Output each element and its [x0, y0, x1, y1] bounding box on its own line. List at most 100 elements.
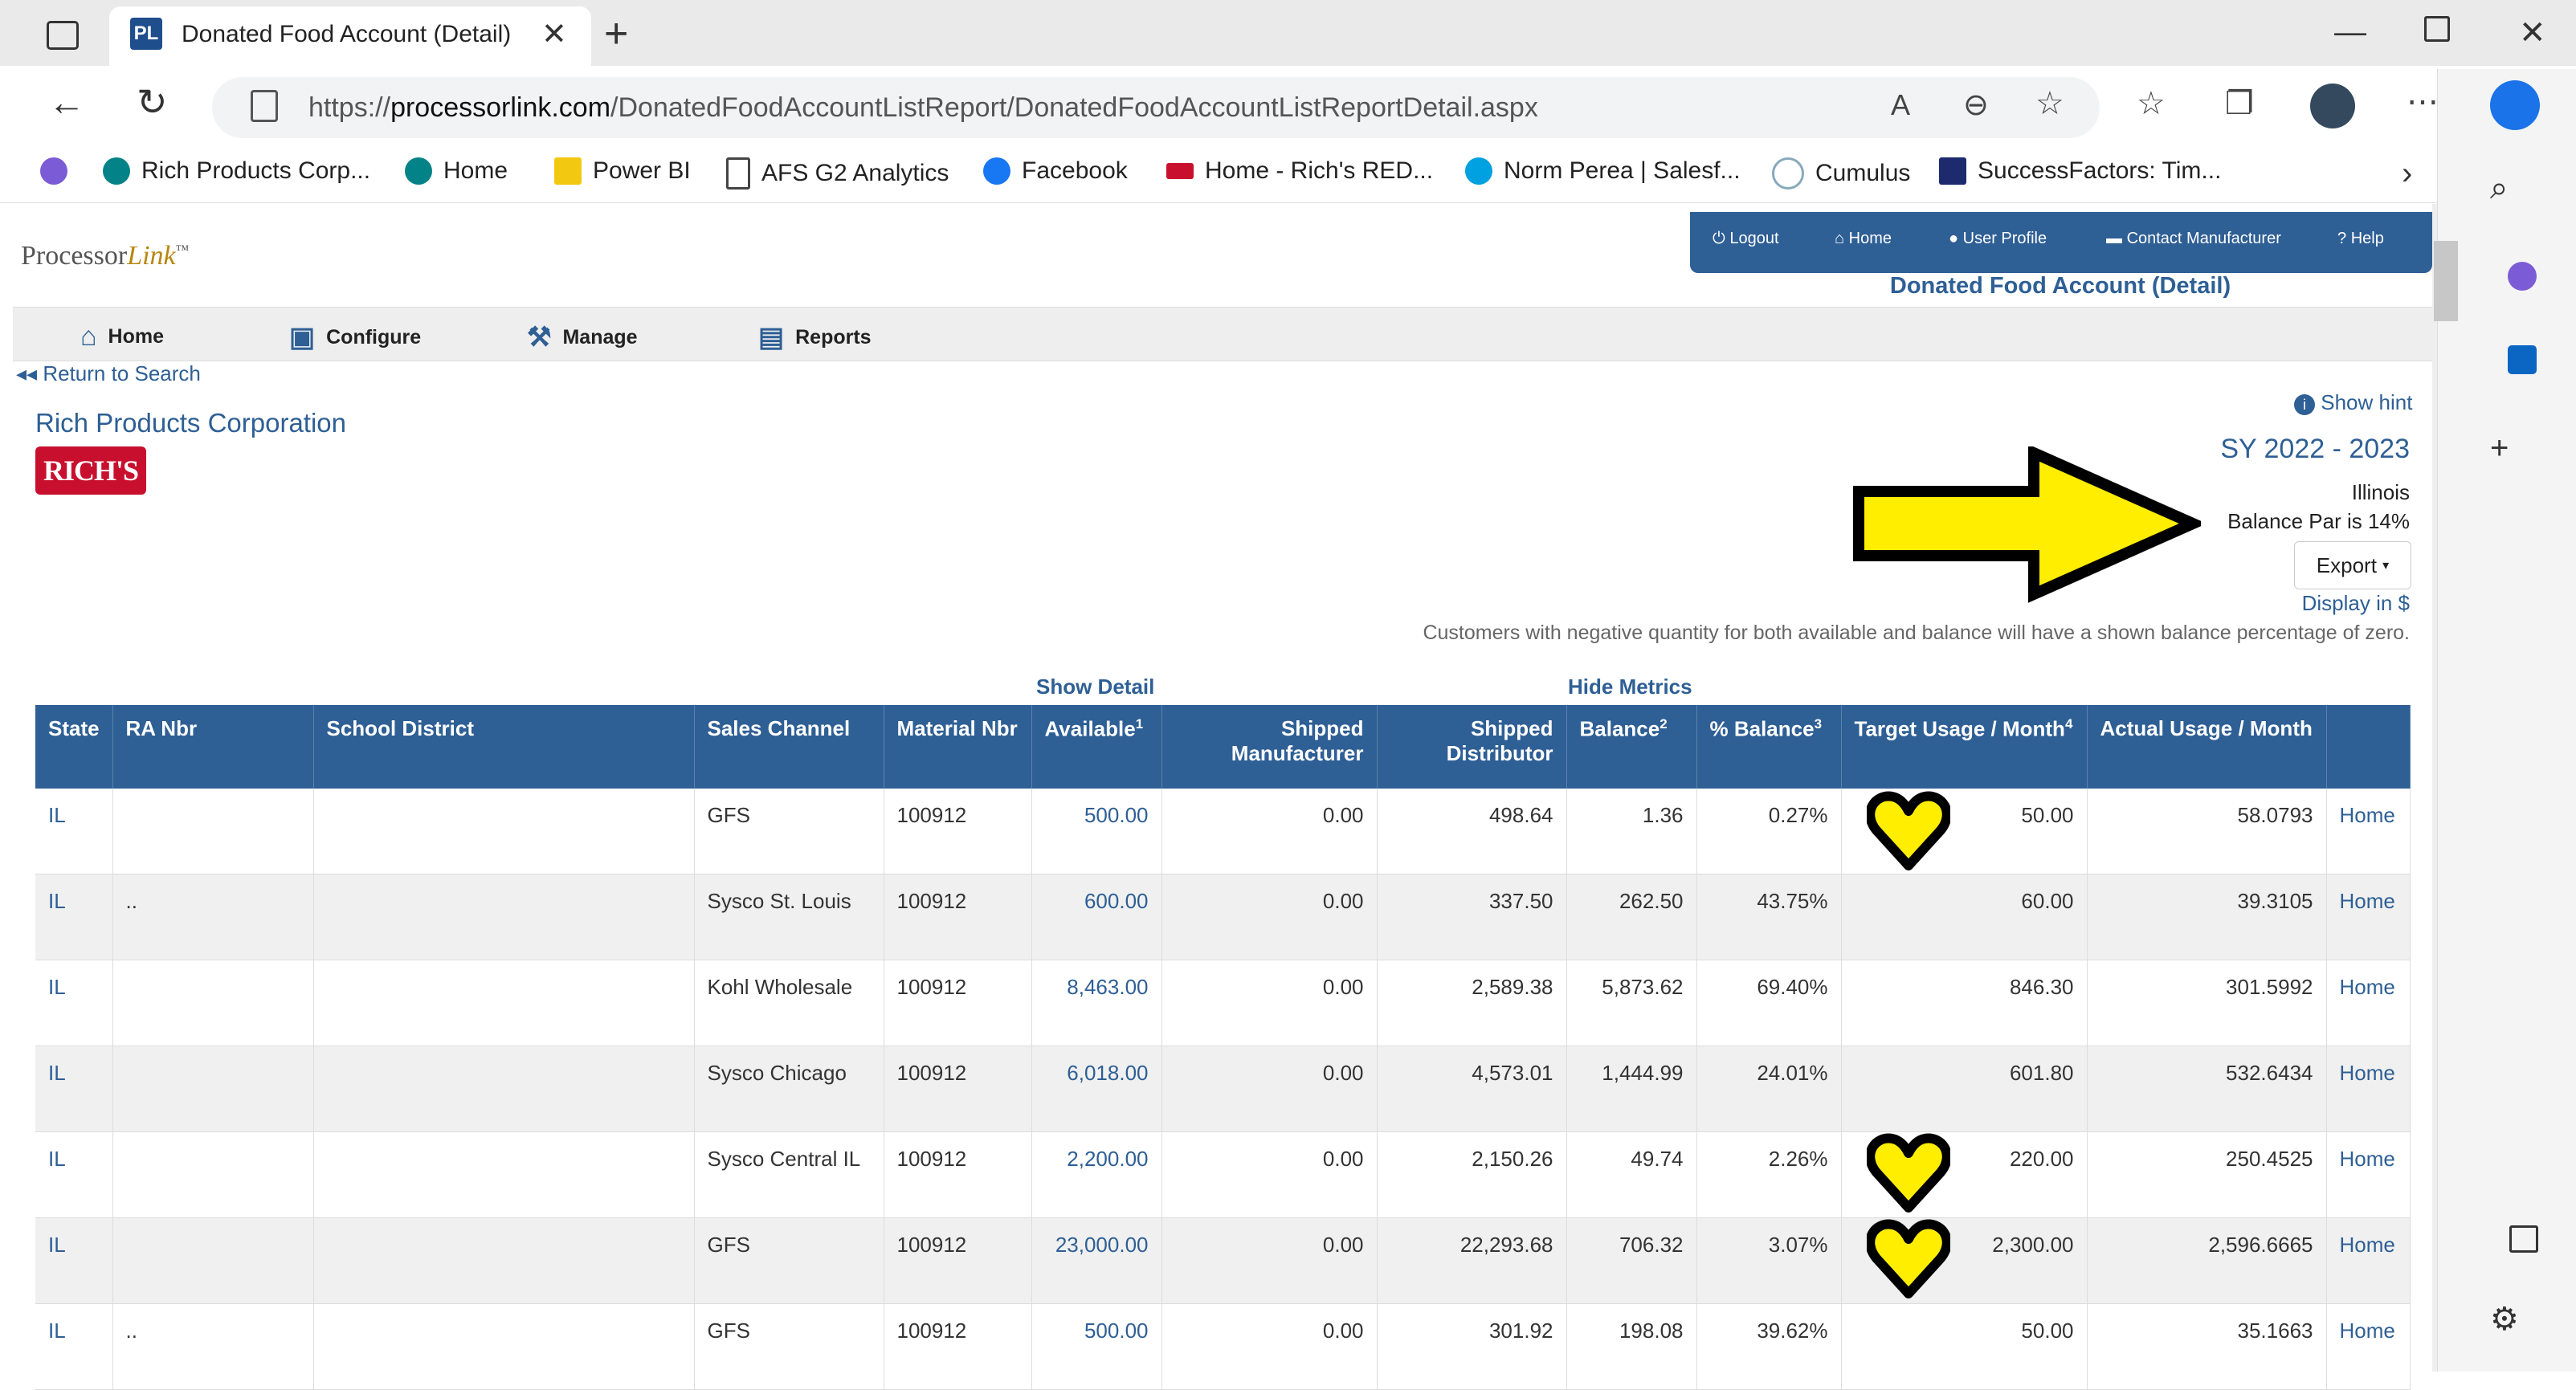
hand-truck-icon: ⚒: [527, 322, 552, 353]
successfactors-icon: [1939, 157, 1966, 185]
table-cell: 100912: [884, 1046, 1032, 1132]
profile-avatar[interactable]: [2310, 84, 2355, 128]
column-header-label: Balance: [1579, 716, 1660, 741]
hide-metrics-link[interactable]: Hide Metrics: [1568, 675, 1692, 699]
url-text[interactable]: https://processorlink.com/DonatedFoodAcc…: [308, 92, 1538, 124]
column-header[interactable]: Shipped Distributor: [1377, 705, 1567, 789]
tab-close-icon[interactable]: ✕: [541, 16, 567, 52]
column-header[interactable]: Sales Channel: [694, 705, 884, 789]
bookmark-6[interactable]: Norm Perea | Salesf...: [1465, 157, 1741, 185]
bookmark-4[interactable]: Facebook: [983, 157, 1128, 185]
bookmark-0[interactable]: Rich Products Corp...: [103, 157, 370, 185]
return-to-search-label: Return to Search: [43, 361, 201, 385]
read-aloud-icon[interactable]: A: [1891, 88, 1910, 122]
add-favorite-icon[interactable]: ☆: [2035, 85, 2064, 122]
add-sidebar-app-icon[interactable]: +: [2490, 430, 2509, 467]
available-link-cell[interactable]: 500.00: [1031, 789, 1162, 874]
bookmark-8[interactable]: SuccessFactors: Tim...: [1939, 157, 2221, 185]
bookmark-7[interactable]: Cumulus: [1772, 157, 1910, 190]
settings-icon[interactable]: ⚙: [2490, 1301, 2519, 1338]
logout-link[interactable]: ⏻ Logout: [1713, 230, 1779, 248]
tab-actions-icon[interactable]: [47, 21, 79, 50]
processorlink-logo[interactable]: ProcessorLink™: [21, 241, 189, 271]
column-header[interactable]: [2326, 705, 2411, 789]
favorites-icon[interactable]: ☆: [2137, 85, 2166, 122]
table-cell: 498.64: [1377, 789, 1567, 874]
main-nav-home[interactable]: ⌂ Home: [80, 321, 164, 353]
collections-icon[interactable]: ❐: [2225, 85, 2254, 122]
available-link-cell[interactable]: 600.00: [1031, 874, 1162, 960]
column-header[interactable]: Balance2: [1566, 705, 1697, 789]
column-header[interactable]: % Balance3: [1696, 705, 1842, 789]
main-nav-configure[interactable]: ▣ Configure: [289, 321, 421, 353]
table-cell: Sysco Chicago: [694, 1046, 884, 1132]
yellow-arrow-annotation: [1853, 446, 2201, 603]
lock-icon[interactable]: [251, 90, 278, 122]
main-nav-manage[interactable]: ⚒ Manage: [527, 321, 638, 353]
home-link-cell[interactable]: Home: [2326, 1131, 2411, 1218]
bookmark-2[interactable]: Power BI: [554, 157, 691, 185]
home-link-cell[interactable]: Home: [2326, 1217, 2411, 1304]
search-icon[interactable]: ⌕: [2490, 170, 2508, 206]
bookmark-1[interactable]: Home: [405, 157, 508, 185]
available-link-cell[interactable]: 2,200.00: [1031, 1131, 1162, 1218]
outlook-icon[interactable]: [2508, 345, 2537, 374]
show-detail-link[interactable]: Show Detail: [1036, 675, 1154, 699]
more-menu-icon[interactable]: ⋯: [2407, 84, 2439, 120]
column-header[interactable]: State: [35, 705, 113, 789]
table-cell: IL: [35, 874, 113, 960]
table-cell: [313, 960, 695, 1046]
column-header-label: Target Usage / Month: [1854, 716, 2065, 741]
restore-icon[interactable]: [2424, 16, 2450, 42]
user-profile-link[interactable]: ● User Profile: [1949, 230, 2047, 248]
home-link-cell[interactable]: Home: [2326, 1303, 2411, 1390]
available-link-cell[interactable]: 500.00: [1031, 1303, 1162, 1390]
bookmarks-more-icon[interactable]: ›: [2402, 156, 2412, 192]
back-icon[interactable]: ←: [48, 80, 85, 124]
url-domain: processorlink.com: [390, 92, 611, 123]
sharepoint-icon: [103, 157, 130, 185]
home-link-cell[interactable]: Home: [2326, 960, 2411, 1046]
minimize-icon[interactable]: —: [2334, 14, 2366, 51]
sidebar-toggle-icon[interactable]: [2509, 1225, 2538, 1253]
copilot-sidebar-icon[interactable]: [2508, 262, 2537, 291]
page-scrollbar[interactable]: [2432, 204, 2437, 1372]
available-link-cell[interactable]: 8,463.00: [1031, 960, 1162, 1046]
home-link-cell[interactable]: Home: [2326, 874, 2411, 960]
new-tab-icon[interactable]: +: [604, 10, 628, 58]
export-button[interactable]: Export ▾: [2294, 541, 2411, 589]
show-hint-link[interactable]: i Show hint: [2294, 390, 2412, 415]
page-scrollbar-thumb[interactable]: [2434, 241, 2458, 321]
table-cell: 250.4525: [2087, 1131, 2327, 1218]
bing-chat-icon[interactable]: [2490, 80, 2540, 130]
main-nav-reports[interactable]: ▤ Reports: [758, 321, 872, 353]
bookmark-3[interactable]: AFS G2 Analytics: [726, 157, 949, 190]
table-cell: 1,444.99: [1566, 1046, 1697, 1132]
column-header[interactable]: Target Usage / Month4: [1841, 705, 2088, 789]
column-header[interactable]: Material Nbr: [884, 705, 1032, 789]
table-cell: 39.62%: [1696, 1303, 1842, 1390]
available-link-cell[interactable]: 23,000.00: [1031, 1217, 1162, 1304]
column-header[interactable]: School District: [313, 705, 695, 789]
table-header-row: State RA Nbr School District Sales Channel M…: [35, 705, 2411, 789]
bookmark-copilot[interactable]: [40, 157, 67, 185]
column-header[interactable]: Available1: [1031, 705, 1162, 789]
bookmark-label: Home - Rich's RED...: [1205, 157, 1434, 184]
bookmark-label: SuccessFactors: Tim...: [1978, 157, 2222, 184]
company-name: Rich Products Corporation: [35, 408, 347, 438]
page-icon: [726, 157, 750, 190]
column-header[interactable]: Actual Usage / Month: [2087, 705, 2327, 789]
help-link[interactable]: ? Help: [2337, 230, 2384, 248]
home-link-cell[interactable]: Home: [2326, 789, 2411, 874]
home-link-cell[interactable]: Home: [2326, 1046, 2411, 1132]
column-header[interactable]: Shipped Manufacturer: [1161, 705, 1378, 789]
refresh-icon[interactable]: ↻: [137, 80, 168, 124]
return-to-search-link[interactable]: ◂◂ Return to Search: [16, 361, 201, 386]
contact-manufacturer-link[interactable]: ▬ Contact Manufacturer: [2106, 230, 2281, 248]
zoom-out-icon[interactable]: ⊖: [1963, 87, 1989, 123]
home-top-link[interactable]: ⌂ Home: [1835, 230, 1892, 248]
column-header[interactable]: RA Nbr: [112, 705, 314, 789]
available-link-cell[interactable]: 6,018.00: [1031, 1046, 1162, 1132]
bookmark-5[interactable]: Home - Rich's RED...: [1166, 157, 1433, 185]
window-close-icon[interactable]: ✕: [2519, 14, 2546, 51]
